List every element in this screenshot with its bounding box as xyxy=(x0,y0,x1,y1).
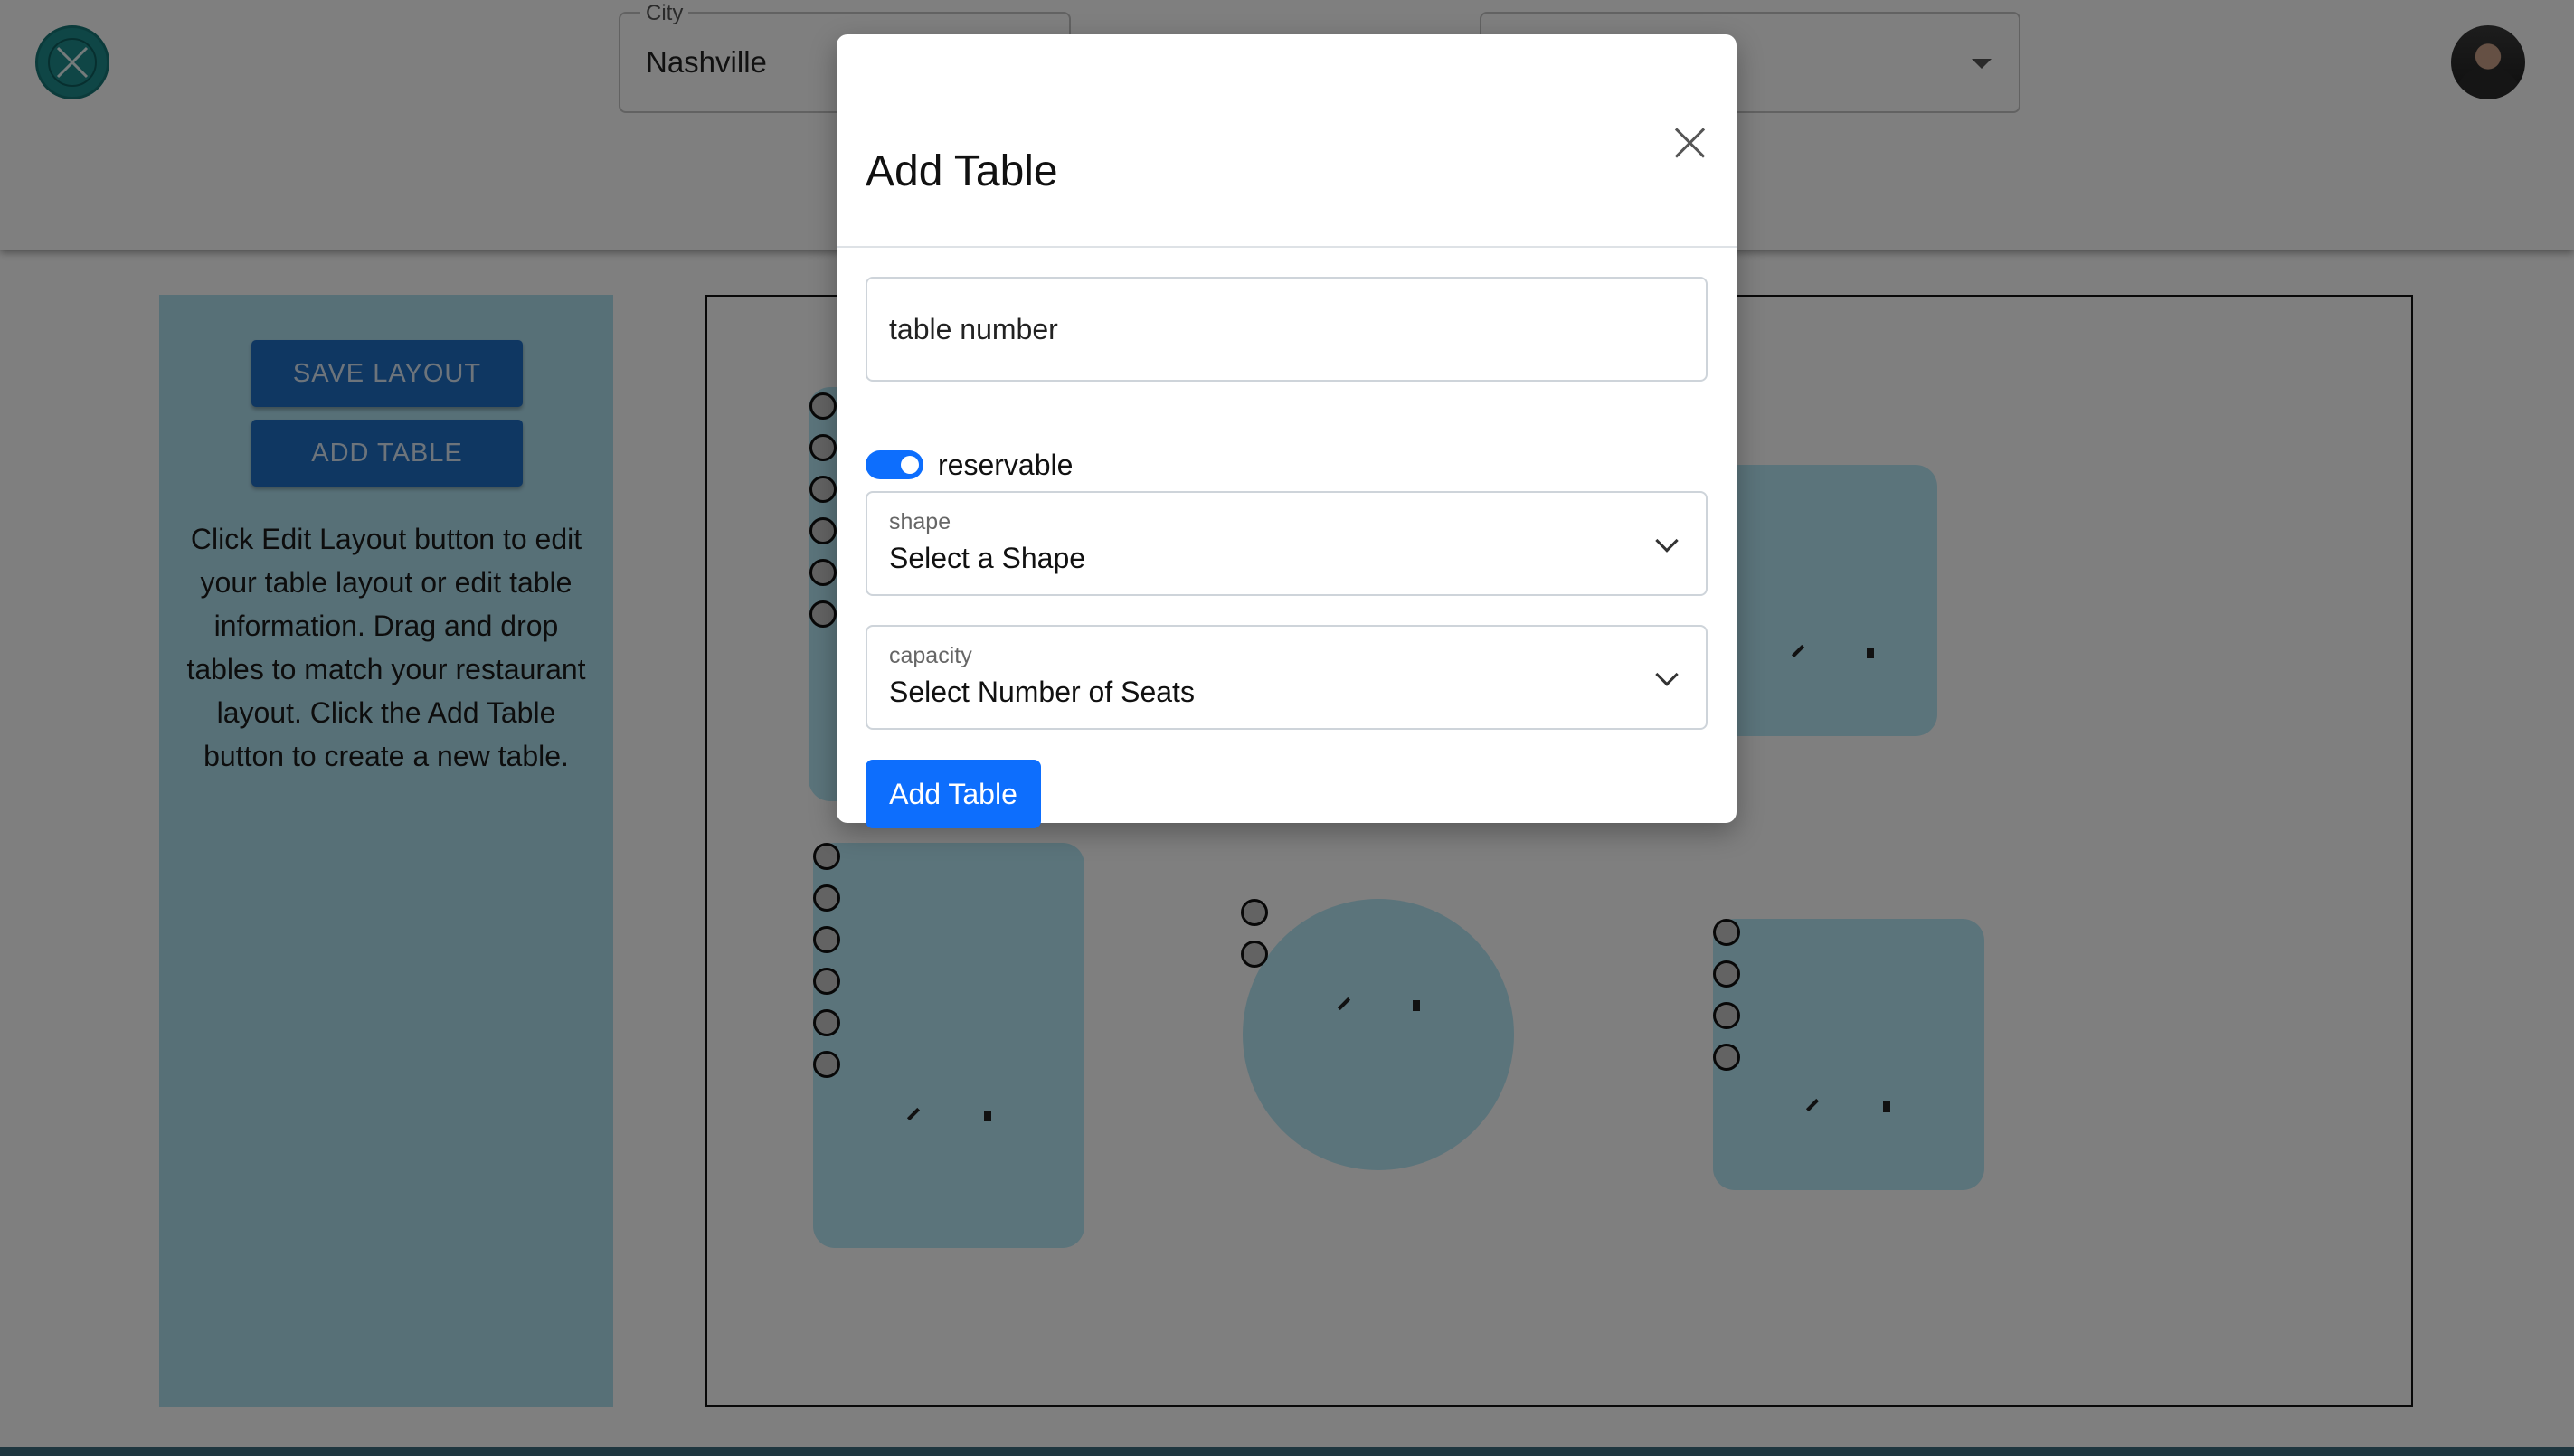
shape-select[interactable]: shape Select a Shape xyxy=(866,491,1708,596)
shape-select-value: Select a Shape xyxy=(889,542,1086,574)
add-table-modal: Add Table reservable shape Select a Shap… xyxy=(837,34,1737,828)
switch-knob xyxy=(901,456,919,474)
reservable-toggle-row: reservable xyxy=(866,447,1073,483)
reservable-label: reservable xyxy=(938,448,1074,481)
close-icon[interactable] xyxy=(1669,121,1712,165)
modal-title: Add Table xyxy=(866,147,1058,195)
add-table-submit-button[interactable]: Add Table xyxy=(866,760,1041,828)
reservable-switch[interactable] xyxy=(866,450,923,479)
capacity-select-value: Select Number of Seats xyxy=(889,676,1195,708)
shape-select-label: shape xyxy=(889,509,951,534)
modal-header: Add Table xyxy=(837,34,1737,248)
capacity-select-label: capacity xyxy=(889,643,972,668)
chevron-down-icon xyxy=(1655,663,1679,686)
chevron-down-icon xyxy=(1655,529,1679,553)
capacity-select[interactable]: capacity Select Number of Seats xyxy=(866,625,1708,730)
table-number-input[interactable] xyxy=(866,277,1708,382)
